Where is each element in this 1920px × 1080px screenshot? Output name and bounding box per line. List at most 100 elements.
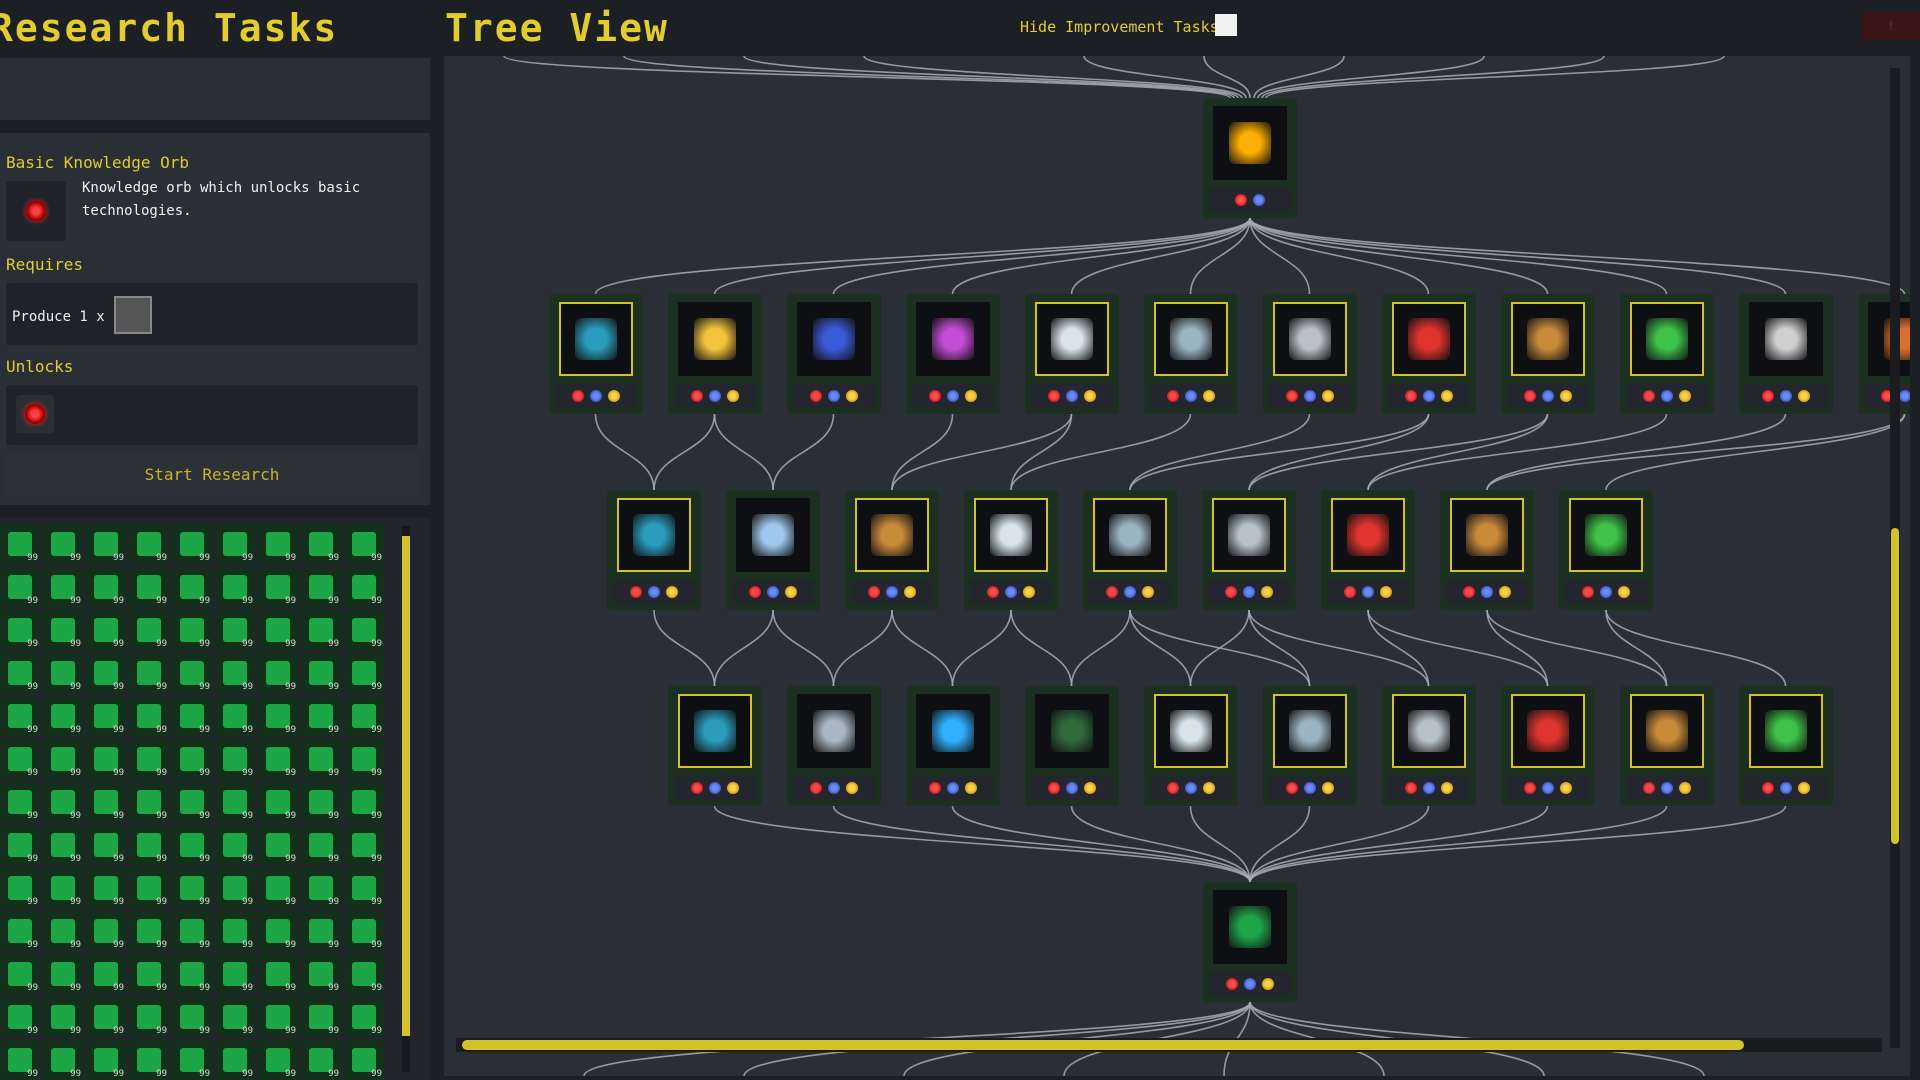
inventory-slot[interactable]: 99 [258, 954, 298, 994]
inventory-slot[interactable]: 99 [258, 739, 298, 779]
tree-node[interactable] [1024, 686, 1119, 806]
inventory-slot[interactable]: 99 [129, 524, 169, 564]
inventory-slot[interactable]: 99 [344, 739, 384, 779]
inventory-slot[interactable]: 99 [344, 911, 384, 951]
inventory-slot[interactable]: 99 [43, 825, 83, 865]
inventory-slot[interactable]: 99 [43, 610, 83, 650]
tree-vertical-thumb[interactable] [1891, 528, 1899, 844]
inventory-slot[interactable]: 99 [258, 567, 298, 607]
inventory-slot[interactable]: 99 [301, 954, 341, 994]
inventory-slot[interactable]: 99 [86, 782, 126, 822]
inventory-slot[interactable]: 99 [344, 696, 384, 736]
inventory-slot[interactable]: 99 [129, 653, 169, 693]
inventory-slot[interactable]: 99 [344, 524, 384, 564]
inventory-slot[interactable]: 99 [0, 997, 40, 1037]
inventory-scroll-thumb[interactable] [402, 536, 410, 1036]
inventory-slot[interactable]: 99 [86, 868, 126, 908]
inventory-slot[interactable]: 99 [215, 653, 255, 693]
tree-node[interactable] [964, 490, 1058, 610]
inventory-slot[interactable]: 99 [258, 1040, 298, 1080]
inventory-slot[interactable]: 99 [0, 911, 40, 951]
inventory-slot[interactable]: 99 [301, 567, 341, 607]
inventory-slot[interactable]: 99 [301, 610, 341, 650]
inventory-slot[interactable]: 99 [0, 696, 40, 736]
inventory-slot[interactable]: 99 [86, 825, 126, 865]
inventory-slot[interactable]: 99 [172, 1040, 212, 1080]
tree-node[interactable] [1203, 98, 1297, 218]
inventory-slot[interactable]: 99 [43, 739, 83, 779]
tree-node[interactable] [1203, 882, 1297, 1002]
tree-node[interactable] [1381, 686, 1476, 806]
inventory-slot[interactable]: 99 [172, 868, 212, 908]
inventory-slot[interactable]: 99 [258, 911, 298, 951]
inventory-slot[interactable]: 99 [301, 997, 341, 1037]
inventory-slot[interactable]: 99 [215, 782, 255, 822]
tree-node[interactable] [1262, 294, 1357, 414]
inventory-slot[interactable]: 99 [258, 610, 298, 650]
inventory-slot[interactable]: 99 [172, 567, 212, 607]
inventory-slot[interactable]: 99 [129, 610, 169, 650]
inventory-slot[interactable]: 99 [172, 825, 212, 865]
tree-horizontal-scrollbar[interactable] [456, 1038, 1882, 1052]
inventory-slot[interactable]: 99 [258, 653, 298, 693]
inventory-slot[interactable]: 99 [215, 1040, 255, 1080]
inventory-slot[interactable]: 99 [86, 997, 126, 1037]
tree-node[interactable] [1619, 686, 1714, 806]
inventory-slot[interactable]: 99 [86, 954, 126, 994]
inventory-slot[interactable]: 99 [344, 610, 384, 650]
inventory-slot[interactable]: 99 [172, 524, 212, 564]
inventory-slot[interactable]: 99 [301, 524, 341, 564]
inventory-slot[interactable]: 99 [344, 954, 384, 994]
inventory-slot[interactable]: 99 [172, 911, 212, 951]
inventory-slot[interactable]: 99 [129, 997, 169, 1037]
inventory-slot[interactable]: 99 [86, 696, 126, 736]
inventory-slot[interactable]: 99 [129, 868, 169, 908]
inventory-slot[interactable]: 99 [344, 997, 384, 1037]
tree-node[interactable] [1202, 490, 1296, 610]
inventory-slot[interactable]: 99 [301, 739, 341, 779]
unlock-item[interactable] [16, 395, 54, 433]
inventory-slot[interactable]: 99 [0, 610, 40, 650]
inventory-slot[interactable]: 99 [86, 567, 126, 607]
tree-node[interactable] [1143, 294, 1238, 414]
inventory-slot[interactable]: 99 [301, 653, 341, 693]
inventory-slot[interactable]: 99 [215, 911, 255, 951]
inventory-slot[interactable]: 99 [0, 739, 40, 779]
tree-node[interactable] [1321, 490, 1415, 610]
inventory-slot[interactable]: 99 [0, 567, 40, 607]
inventory-slot[interactable]: 99 [301, 782, 341, 822]
inventory-slot[interactable]: 99 [43, 567, 83, 607]
tree-node[interactable] [1143, 686, 1238, 806]
tree-node[interactable] [607, 490, 701, 610]
inventory-slot[interactable]: 99 [129, 825, 169, 865]
inventory-slot[interactable]: 99 [0, 782, 40, 822]
inventory-slot[interactable]: 99 [215, 567, 255, 607]
inventory-slot[interactable]: 99 [344, 1040, 384, 1080]
tree-node[interactable] [726, 490, 820, 610]
inventory-slot[interactable]: 99 [301, 696, 341, 736]
tree-vertical-scrollbar[interactable] [1890, 68, 1900, 1048]
inventory-slot[interactable]: 99 [86, 911, 126, 951]
inventory-scrollbar[interactable] [402, 526, 410, 1072]
inventory-slot[interactable]: 99 [215, 610, 255, 650]
inventory-slot[interactable]: 99 [0, 954, 40, 994]
inventory-slot[interactable]: 99 [86, 1040, 126, 1080]
tree-node[interactable] [845, 490, 939, 610]
inventory-slot[interactable]: 99 [215, 868, 255, 908]
inventory-slot[interactable]: 99 [172, 610, 212, 650]
inventory-slot[interactable]: 99 [129, 954, 169, 994]
inventory-slot[interactable]: 99 [215, 739, 255, 779]
inventory-slot[interactable]: 99 [0, 825, 40, 865]
inventory-slot[interactable]: 99 [258, 868, 298, 908]
tree-node[interactable] [667, 294, 762, 414]
inventory-slot[interactable]: 99 [43, 954, 83, 994]
inventory-slot[interactable]: 99 [172, 782, 212, 822]
inventory-slot[interactable]: 99 [43, 997, 83, 1037]
tree-node[interactable] [1381, 294, 1476, 414]
tree-node[interactable] [1559, 490, 1653, 610]
inventory-slot[interactable]: 99 [129, 782, 169, 822]
inventory-slot[interactable]: 99 [344, 782, 384, 822]
inventory-slot[interactable]: 99 [43, 524, 83, 564]
inventory-slot[interactable]: 99 [344, 567, 384, 607]
start-research-button[interactable]: Start Research [6, 453, 418, 495]
